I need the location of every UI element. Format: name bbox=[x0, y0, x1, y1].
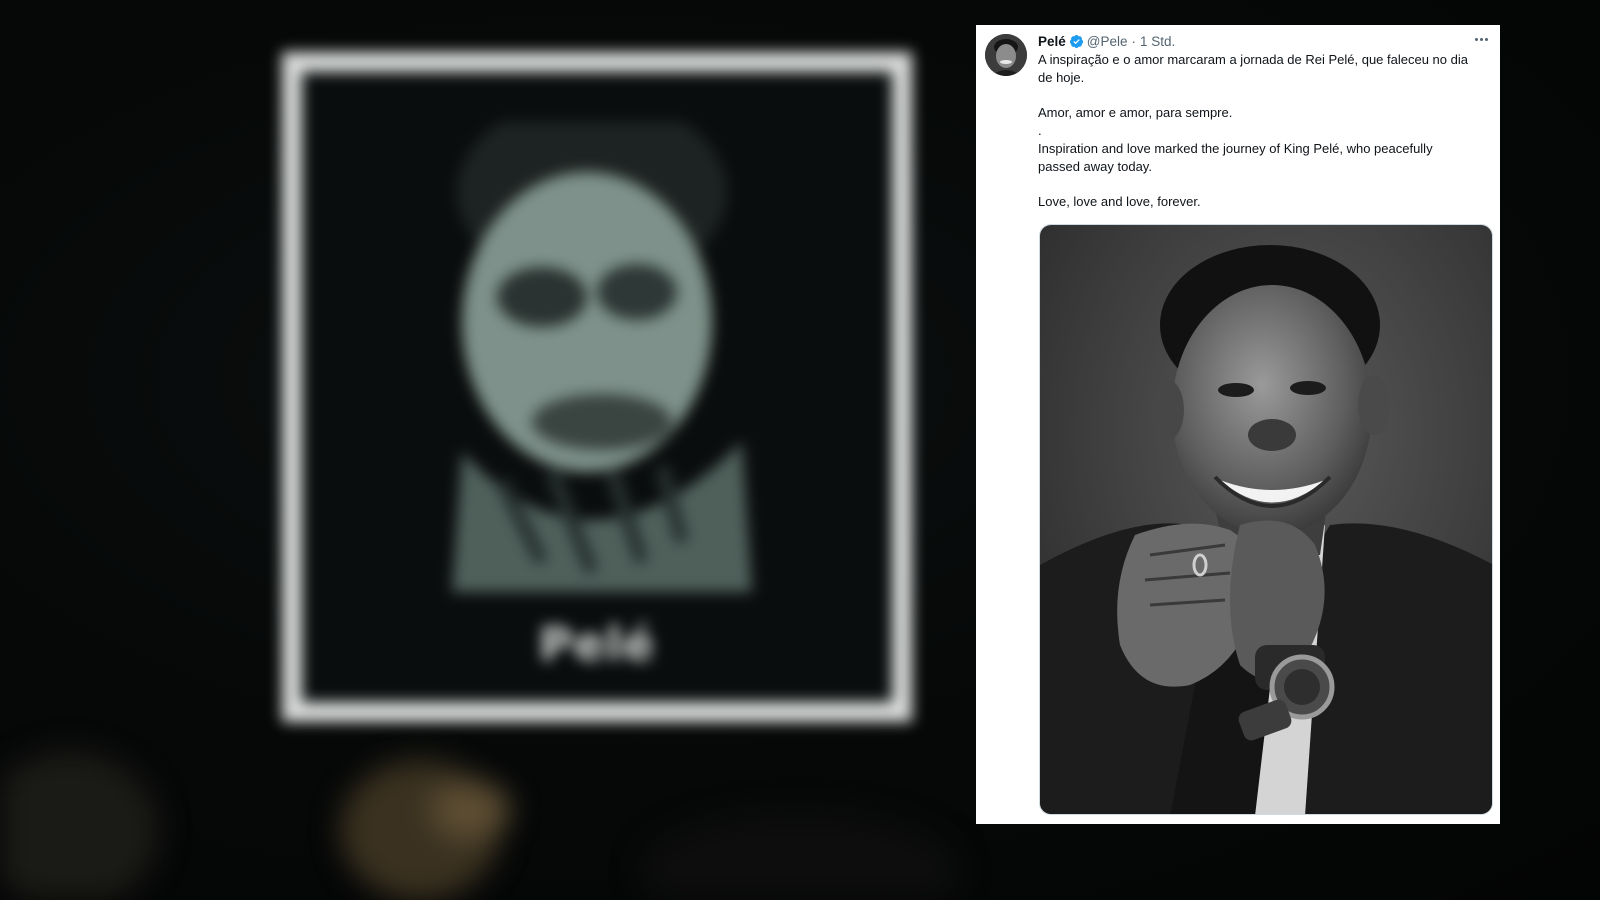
tweet-text-line: Amor, amor e amor, para sempre. bbox=[1038, 105, 1233, 120]
author-handle[interactable]: @Pele bbox=[1087, 34, 1128, 49]
avatar[interactable] bbox=[985, 34, 1027, 76]
tweet-media-photo[interactable] bbox=[1039, 224, 1493, 815]
verified-badge-icon bbox=[1069, 34, 1083, 48]
tweet-text-line: A inspiração e o amor marcaram a jornada… bbox=[1038, 52, 1468, 85]
background-portrait-image bbox=[452, 122, 752, 592]
tweet-text-line: Inspiration and love marked the journey … bbox=[1038, 141, 1433, 174]
author-name[interactable]: Pelé bbox=[1038, 34, 1066, 49]
background-screen: Pelé bbox=[282, 52, 912, 722]
tweet-timestamp[interactable]: 1 Std. bbox=[1140, 34, 1175, 49]
tweet-header: Pelé @Pele · 1 Std. bbox=[1038, 32, 1175, 50]
photo-background: Pelé Pelé @Pele · 1 Std. A inspiração e … bbox=[0, 0, 1600, 900]
header-separator: · bbox=[1131, 33, 1137, 49]
tweet-card[interactable]: Pelé @Pele · 1 Std. A inspiração e o amo… bbox=[976, 25, 1500, 824]
portrait-photo bbox=[1040, 225, 1492, 814]
tweet-text-line: . bbox=[1038, 123, 1042, 138]
background-screen-name: Pelé bbox=[539, 617, 655, 671]
tweet-text-line: Love, love and love, forever. bbox=[1038, 194, 1201, 209]
tweet-text: A inspiração e o amor marcaram a jornada… bbox=[1038, 51, 1476, 211]
more-options-icon[interactable] bbox=[1470, 30, 1492, 48]
